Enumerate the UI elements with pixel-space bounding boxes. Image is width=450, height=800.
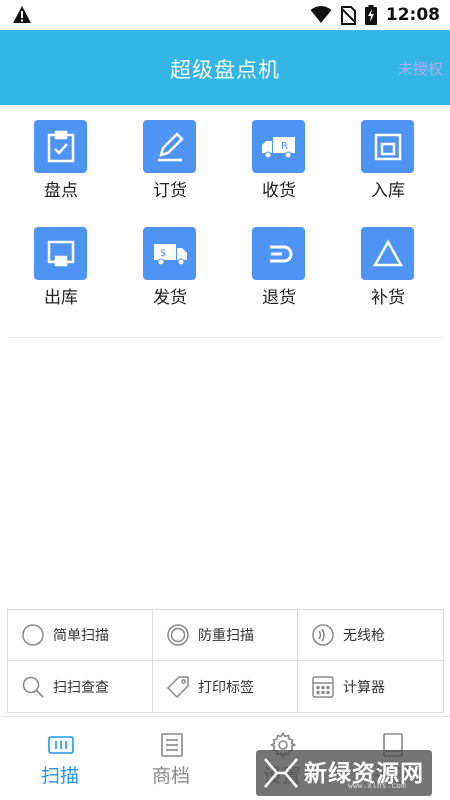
magnifier-icon	[21, 675, 45, 699]
license-status-link[interactable]: 未授权	[398, 58, 443, 79]
function-tile-order[interactable]: 订货	[115, 105, 225, 205]
nav-label: 扫描	[40, 765, 79, 787]
barcode-icon	[48, 736, 74, 754]
calculator-icon	[311, 675, 335, 699]
no-sim-icon	[340, 5, 356, 25]
tool-dedupe-scan[interactable]: 防重扫描	[153, 610, 298, 661]
double-circle-icon	[166, 623, 190, 647]
function-label: 退货	[262, 288, 296, 308]
battery-charging-icon	[364, 5, 377, 25]
tool-quick-query[interactable]: 扫扫查查	[8, 661, 153, 712]
nav-products[interactable]: 商档	[115, 717, 227, 800]
clock: 12:08	[385, 5, 440, 25]
clipboard-check-icon	[34, 120, 87, 173]
function-label: 出库	[44, 288, 78, 308]
svg-text:$: $	[160, 248, 166, 259]
watermark: 新绿资源网 www.xlhs.com	[256, 750, 432, 796]
function-tile-receive[interactable]: R 收货	[224, 105, 334, 205]
tool-label: 防重扫描	[198, 628, 254, 644]
function-label: 入库	[371, 181, 405, 201]
function-label: 收货	[262, 181, 296, 201]
status-bar: 12:08	[0, 0, 450, 30]
function-tile-replenish[interactable]: 补货	[333, 212, 443, 312]
tool-calculator[interactable]: 计算器	[298, 661, 443, 712]
svg-text:R: R	[281, 141, 288, 152]
return-icon	[252, 227, 305, 280]
wifi-icon	[310, 6, 332, 23]
warehouse-in-icon	[361, 120, 414, 173]
tool-label: 扫扫查查	[53, 679, 109, 696]
tool-simple-scan[interactable]: 简单扫描	[8, 610, 153, 661]
tool-label: 打印标签	[198, 679, 254, 696]
tag-icon	[166, 675, 190, 699]
pencil-icon	[143, 120, 196, 173]
function-label: 盘点	[44, 181, 78, 201]
nav-label: 商档	[151, 765, 190, 787]
function-tile-ship[interactable]: $ 发货	[115, 212, 225, 312]
app-title: 超级盘点机	[170, 58, 280, 82]
tool-panel: 简单扫描 防重扫描 无线枪 扫扫查查 打印标签 计算器	[7, 609, 444, 713]
function-tile-stocktake[interactable]: 盘点	[6, 105, 116, 205]
function-grid: 盘点 订货 R 收货 入库 出库 $ 发货 退货 补货	[0, 105, 450, 340]
tool-wireless-scanner[interactable]: 无线枪	[298, 610, 443, 661]
list-icon	[161, 733, 183, 757]
function-label: 补货	[371, 288, 405, 308]
tool-print-label[interactable]: 打印标签	[153, 661, 298, 712]
wireless-scanner-icon	[311, 623, 335, 647]
watermark-url: www.xlhs.com	[348, 781, 406, 790]
triangle-icon	[361, 227, 414, 280]
nav-scan[interactable]: 扫描	[4, 717, 116, 800]
watermark-logo-icon	[264, 758, 298, 788]
warehouse-out-icon	[34, 227, 87, 280]
shipping-truck-icon: $	[143, 227, 196, 280]
tool-label: 无线枪	[343, 628, 385, 644]
delivery-truck-icon: R	[252, 120, 305, 173]
function-tile-stock-out[interactable]: 出库	[6, 212, 116, 312]
warning-icon	[13, 6, 31, 23]
tool-label: 简单扫描	[53, 628, 109, 644]
function-tile-return[interactable]: 退货	[224, 212, 334, 312]
circle-icon	[21, 623, 45, 647]
app-bar: 超级盘点机 未授权	[0, 30, 450, 105]
function-label: 订货	[153, 181, 187, 201]
tool-label: 计算器	[343, 679, 385, 696]
function-label: 发货	[153, 288, 187, 308]
divider	[8, 337, 442, 338]
function-tile-stock-in[interactable]: 入库	[333, 105, 443, 205]
